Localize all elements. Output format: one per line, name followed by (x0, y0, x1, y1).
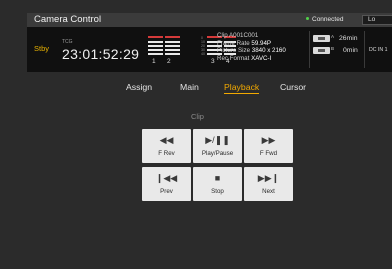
tab-assign[interactable]: Assign (126, 82, 152, 92)
timecode-label: TCG (62, 39, 73, 45)
frame-rate: Frame Rate 59.94P (217, 39, 272, 47)
button-label: F Rev (158, 150, 175, 157)
tab-main[interactable]: Main (180, 82, 199, 92)
audio-meter-scale: 0 10 20 30 40 (201, 36, 205, 56)
audio-meter-ch1 (148, 36, 163, 56)
tab-cursor[interactable]: Cursor (280, 82, 306, 92)
clip-info: Clip A001C001 Frame Rate 59.94P Picture … (217, 32, 286, 62)
button-label: Prev (160, 188, 173, 195)
media-a-remaining: 26min (339, 35, 358, 42)
media-a-icon: A (313, 34, 335, 42)
lock-label: Lo (368, 16, 376, 23)
media-b-icon: B (313, 46, 335, 54)
timecode: 23:01:52:29 (62, 46, 140, 62)
button-label: Next (262, 188, 275, 195)
channel-label: 3 (211, 58, 215, 65)
button-label: Stop (211, 188, 224, 195)
divider (364, 31, 365, 68)
next-icon: ▶▶❙ (257, 173, 280, 183)
next-button[interactable]: ▶▶❙ Next (244, 167, 293, 201)
fast-forward-icon: ▶▶ (261, 135, 276, 145)
connection-status: Connected (306, 16, 343, 23)
play-pause-button[interactable]: ▶/❚❚ Play/Pause (193, 129, 242, 163)
app-title: Camera Control (34, 14, 102, 25)
connection-label: Connected (312, 16, 344, 23)
tab-playback[interactable]: Playback (224, 82, 260, 94)
f-fwd-button[interactable]: ▶▶ F Fwd (244, 129, 293, 163)
audio-meter-ch2 (165, 36, 180, 56)
f-rev-button[interactable]: ◀◀ F Rev (142, 129, 191, 163)
divider (309, 31, 310, 68)
stop-icon: ■ (214, 173, 221, 183)
media-b-remaining: 0min (343, 47, 358, 54)
play-pause-icon: ▶/❚❚ (205, 135, 230, 145)
title-bar: Camera Control Connected Lo (27, 13, 392, 27)
button-label: F Fwd (259, 150, 278, 157)
prev-button[interactable]: ❙◀◀ Prev (142, 167, 191, 201)
power-source: DC IN 1 (369, 47, 388, 53)
stop-button[interactable]: ■ Stop (193, 167, 242, 201)
section-title-clip: Clip (191, 112, 204, 121)
picture-size: Picture Size 3840 x 2160 (217, 47, 286, 55)
recording-state: Stby (34, 44, 50, 53)
channel-label: 1 (152, 58, 156, 65)
lock-button[interactable]: Lo (362, 15, 392, 25)
rec-format: Rec Format XAVC-I (217, 54, 272, 62)
tab-bar: Assign Main Playback Cursor (0, 82, 392, 94)
status-panel: Stby TCG 23:01:52:29 0 10 20 30 40 1 2 3… (27, 27, 392, 72)
channel-label: 2 (167, 58, 171, 65)
previous-icon: ❙◀◀ (155, 173, 178, 183)
clip-name: Clip A001C001 (217, 32, 259, 39)
connected-dot-icon (306, 17, 309, 20)
rewind-icon: ◀◀ (159, 135, 174, 145)
button-label: Play/Pause (201, 150, 234, 157)
